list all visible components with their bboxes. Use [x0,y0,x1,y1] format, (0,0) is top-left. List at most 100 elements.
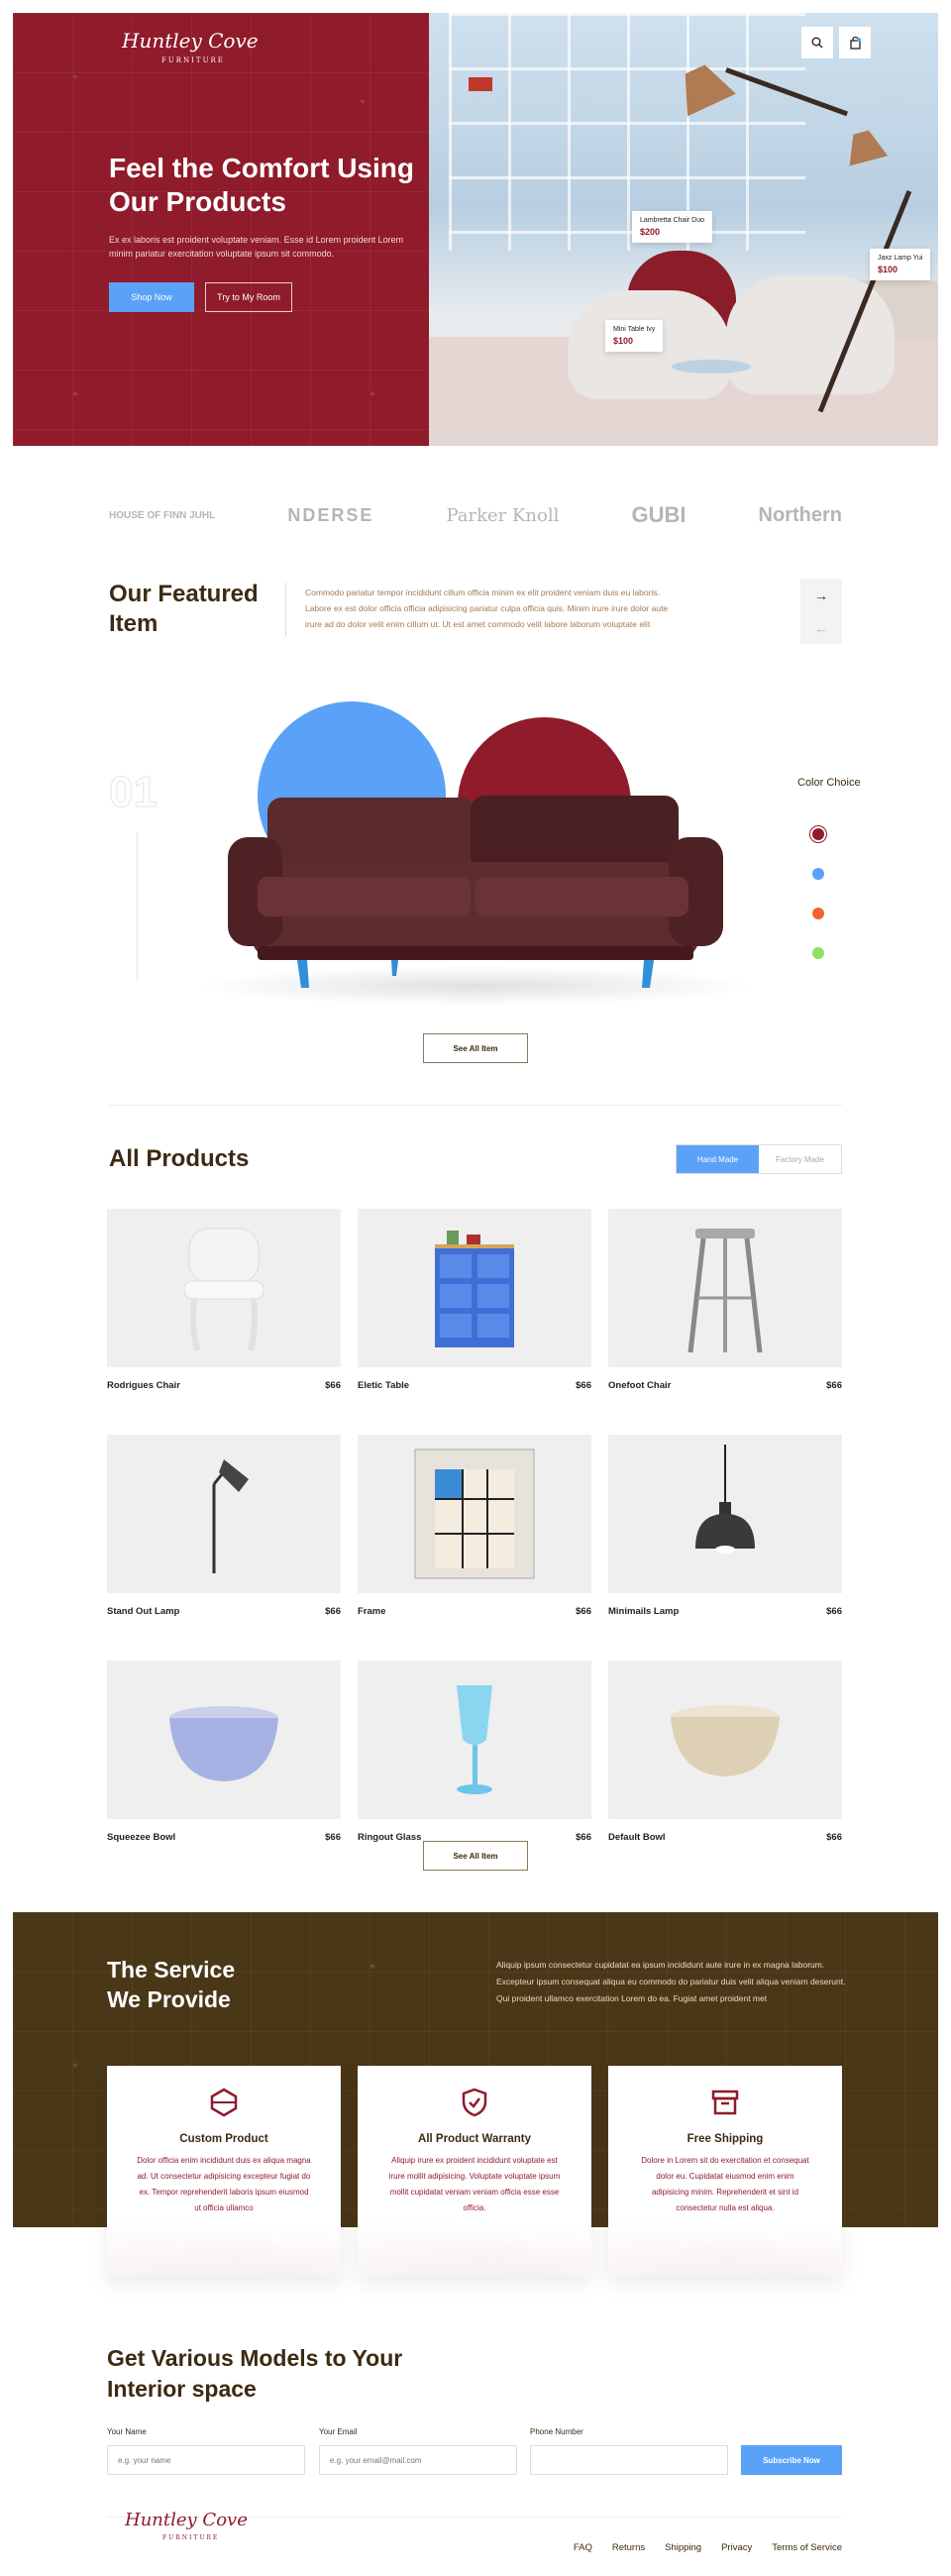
brand-name: Huntley Cove [122,29,259,53]
footer-links: FAQ Returns Shipping Privacy Terms of Se… [574,2542,842,2553]
brand-logos: HOUSE OF FINN JUHL NDERSE Parker Knoll G… [109,495,842,535]
product-card[interactable]: Ringout Glass $66 [358,1661,591,1843]
product-card[interactable]: Squeezee Bowl $66 [107,1661,341,1843]
product-image [608,1661,842,1819]
product-card[interactable]: Onefoot Chair $66 [608,1209,842,1391]
tag-price: $100 [878,265,898,274]
tab-hand-made[interactable]: Hand Made [677,1145,759,1173]
product-price: $66 [576,1832,591,1843]
product-price: $66 [325,1606,341,1617]
next-arrow-icon[interactable]: → [800,579,842,611]
color-swatch-orange[interactable] [812,908,824,919]
footer-link-shipping[interactable]: Shipping [665,2542,701,2553]
divider [285,583,286,637]
shop-now-button[interactable]: Shop Now [109,282,194,312]
see-all-products-button[interactable]: See All Item [423,1841,528,1871]
footer-link-privacy[interactable]: Privacy [721,2542,752,2553]
card-decor [107,2206,341,2276]
window-backdrop [449,13,805,251]
product-price: $66 [325,1380,341,1391]
page: Huntley Cove FURNITURE + + + + Feel the … [0,0,951,2576]
cart-button[interactable] [839,27,871,58]
section-divider [109,1105,842,1106]
subscribe-title: Get Various Models to Your Interior spac… [107,2345,403,2402]
tag-name: Jaxz Lamp Yui [878,255,923,262]
color-choice-label: Color Choice [797,777,861,789]
product-name: Minimails Lamp [608,1606,680,1617]
brand-sub: FURNITURE [161,56,225,64]
product-grid: Rodrigues Chair $66 Eletic Table $66 Onefo… [107,1209,842,1843]
search-button[interactable] [801,27,833,58]
featured-index: 01 [109,768,158,817]
product-price: $66 [826,1380,842,1391]
product-price: $66 [576,1606,591,1617]
prev-arrow-icon[interactable]: ← [800,611,842,644]
color-swatch-blue[interactable] [812,868,824,880]
color-swatch-green[interactable] [812,947,824,959]
color-swatch-maroon[interactable] [812,828,824,840]
service-cards: Custom Product Dolor officia enim incidi… [107,2066,842,2276]
brand-logo[interactable]: Huntley Cove FURNITURE [122,31,259,70]
featured-description: Commodo pariatur tempor incididunt cillu… [305,588,669,629]
product-image [608,1435,842,1593]
brand-name: Huntley Cove [125,2510,248,2530]
product-card[interactable]: Rodrigues Chair $66 [107,1209,341,1391]
footer-logo[interactable]: Huntley Cove FURNITURE [125,2512,248,2547]
product-card[interactable]: Stand Out Lamp $66 [107,1435,341,1617]
see-all-featured-button[interactable]: See All Item [423,1033,528,1063]
hero-section: Huntley Cove FURNITURE + + + + Feel the … [13,13,938,446]
product-card[interactable]: Default Bowl $66 [608,1661,842,1843]
featured-nav: → ← [800,579,842,644]
price-tag-table[interactable]: Mini Table Ivy $100 [605,320,664,352]
product-image [358,1435,591,1593]
product-price: $66 [576,1380,591,1391]
product-name: Default Bowl [608,1832,666,1843]
tab-factory-made[interactable]: Factory Made [759,1145,841,1173]
product-name: Eletic Table [358,1380,410,1391]
search-icon [811,37,823,49]
product-name: Squeezee Bowl [107,1832,176,1843]
product-name: Frame [358,1606,386,1617]
product-image [107,1209,341,1367]
grid-plus-mark: + [72,389,78,400]
name-input[interactable] [107,2445,305,2475]
phone-input[interactable] [530,2445,728,2475]
service-card-title: Custom Product [179,2133,268,2145]
product-image [107,1661,341,1819]
email-label: Your Email [319,2427,358,2436]
product-name: Onefoot Chair [608,1380,672,1391]
product-price: $66 [826,1832,842,1843]
email-input[interactable] [319,2445,517,2475]
hero-image: Lambretta Chair Duo $200 Jaxz Lamp Yui $… [429,13,938,446]
footer-link-faq[interactable]: FAQ [574,2542,592,2553]
try-room-button[interactable]: Try to My Room [205,282,292,312]
tag-price: $200 [640,227,661,237]
subscribe-button[interactable]: Subscribe Now [741,2445,842,2475]
service-card-shipping: Free Shipping Dolore in Lorem sit do exe… [608,2066,842,2276]
hero-panel: Huntley Cove FURNITURE + + + + Feel the … [13,13,429,446]
grid-plus-mark: + [360,97,366,108]
price-tag-chair[interactable]: Lambretta Chair Duo $200 [632,211,712,243]
lamp-shade-small [842,127,888,165]
product-price: $66 [325,1832,341,1843]
grid-plus-mark: + [72,72,78,83]
box-icon [708,2086,742,2119]
product-name: Rodrigues Chair [107,1380,180,1391]
tag-name: Mini Table Ivy [613,326,656,333]
service-card-title: All Product Warranty [418,2133,531,2145]
phone-label: Phone Number [530,2427,583,2436]
product-card[interactable]: Minimails Lamp $66 [608,1435,842,1617]
price-tag-lamp[interactable]: Jaxz Lamp Yui $100 [870,249,931,280]
footer-link-terms[interactable]: Terms of Service [772,2542,842,2553]
service-card-custom-product: Custom Product Dolor officia enim incidi… [107,2066,341,2276]
product-image [608,1209,842,1367]
product-price: $66 [826,1606,842,1617]
product-card[interactable]: Eletic Table $66 [358,1209,591,1391]
exit-sign [469,77,492,91]
product-card[interactable]: Frame $66 [358,1435,591,1617]
product-image [358,1661,591,1819]
brand-logo-gubi: GUBI [631,502,687,527]
service-card-warranty: All Product Warranty Aliquip irure ex pr… [358,2066,591,2276]
footer-link-returns[interactable]: Returns [612,2542,645,2553]
product-name: Ringout Glass [358,1832,422,1843]
